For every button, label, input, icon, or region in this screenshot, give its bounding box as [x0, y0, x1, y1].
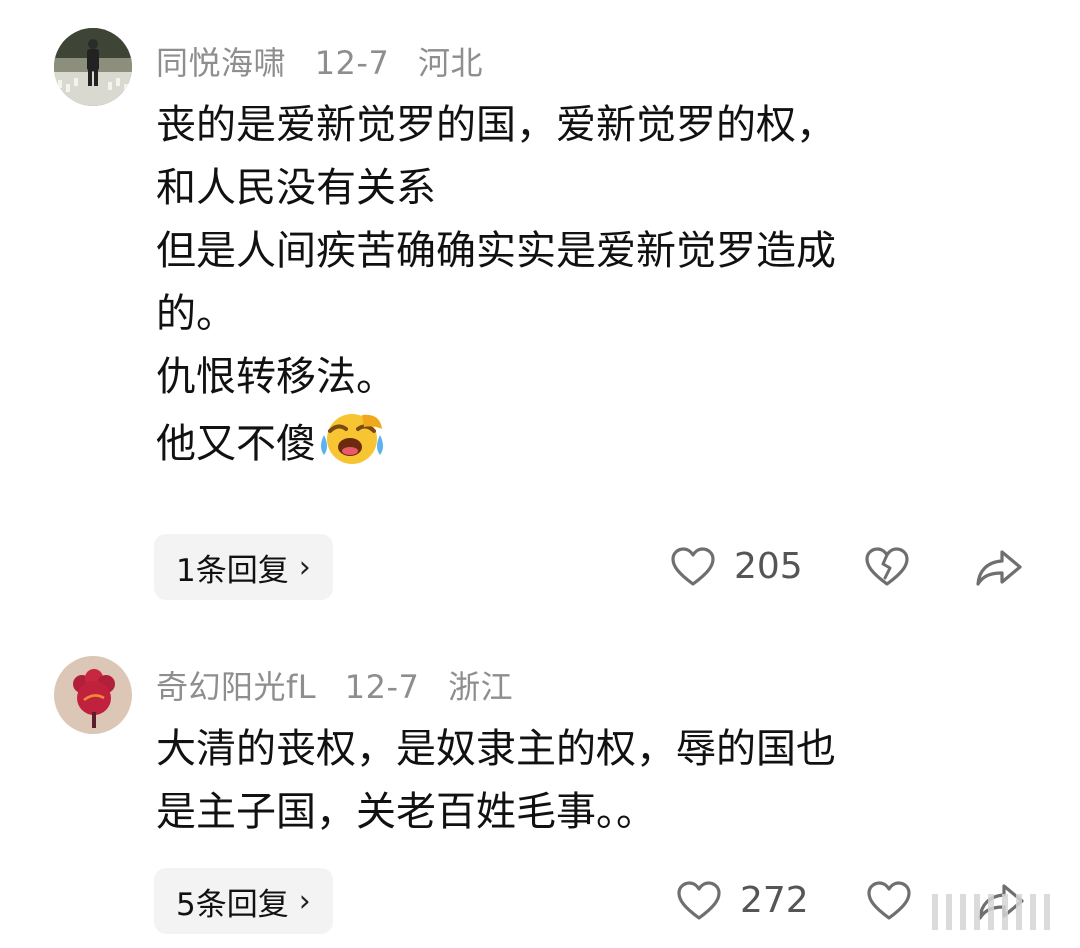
- view-replies-button[interactable]: 5条回复 ›: [154, 868, 333, 934]
- comment-location: 浙江: [448, 668, 514, 706]
- chevron-right-icon: ›: [298, 883, 311, 919]
- comment-line: 和人民没有关系: [156, 165, 436, 211]
- reply-count-label: 5条回复: [176, 886, 289, 923]
- comment-meta: 同悦海啸 12-7 河北: [156, 38, 501, 84]
- like-count: 272: [740, 880, 809, 921]
- watermark-stripes: [932, 894, 1050, 930]
- heart-like-icon[interactable]: [676, 880, 722, 922]
- comment-line: 的。: [156, 291, 236, 337]
- avatar[interactable]: [54, 28, 132, 106]
- reply-count-label: 1条回复: [176, 552, 289, 589]
- dislike-broken-heart-icon[interactable]: [864, 546, 910, 588]
- red-flower-avatar-image: [54, 656, 132, 734]
- username[interactable]: 同悦海啸: [156, 44, 286, 82]
- avatar[interactable]: [54, 656, 132, 734]
- comment-line: 丧的是爱新觉罗的国，爱新觉罗的权，: [156, 102, 836, 148]
- comment-line: 仇恨转移法。: [156, 354, 396, 400]
- comment-line-with-emoji: 他又不傻: [156, 409, 1036, 476]
- comment-line: 大清的丧权，是奴隶主的权，辱的国也: [156, 726, 836, 772]
- view-replies-button[interactable]: 1条回复 ›: [154, 534, 333, 600]
- comment-line: 是主子国，关老百姓毛事。。: [156, 789, 656, 835]
- comment-line: 但是人间疾苦确确实实是爱新觉罗造成: [156, 228, 836, 274]
- chevron-right-icon: ›: [298, 549, 311, 585]
- heart-like-icon[interactable]: [670, 546, 716, 588]
- share-arrow-icon[interactable]: [974, 546, 1024, 588]
- comment-text: 丧的是爱新觉罗的国，爱新觉罗的权， 和人民没有关系 但是人间疾苦确确实实是爱新觉…: [156, 94, 1036, 476]
- like-count: 205: [734, 546, 803, 587]
- username[interactable]: 奇幻阳光fL: [156, 668, 316, 706]
- stadium-figure-avatar-image: [54, 28, 132, 106]
- comment-date: 12-7: [314, 44, 390, 82]
- comment-text: 大清的丧权，是奴隶主的权，辱的国也 是主子国，关老百姓毛事。。: [156, 718, 1036, 844]
- comment-date: 12-7: [344, 668, 420, 706]
- comment-meta: 奇幻阳光fL 12-7 浙江: [156, 662, 531, 708]
- comment-line: 他又不傻: [156, 421, 316, 467]
- comment-location: 河北: [417, 44, 483, 82]
- laughing-crying-emoji-icon: [321, 414, 383, 464]
